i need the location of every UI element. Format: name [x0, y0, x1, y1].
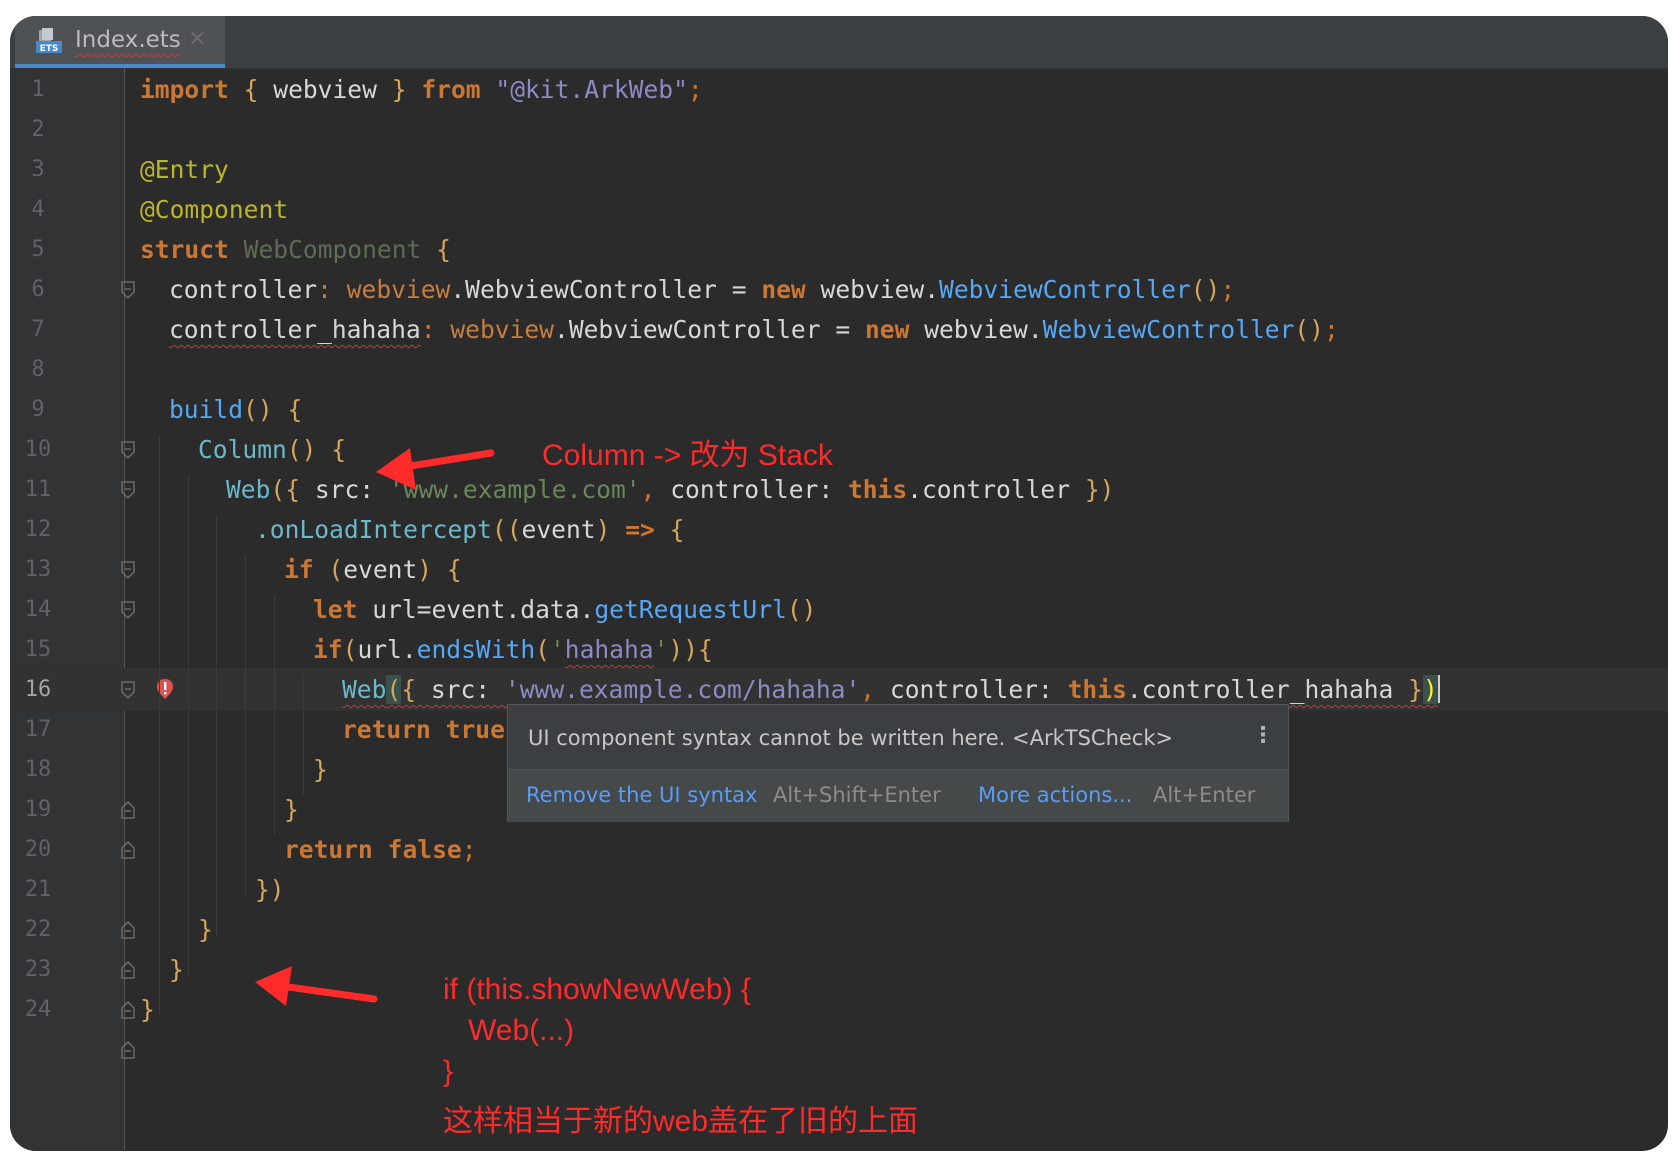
arrow-icon: [376, 448, 495, 490]
arrow-icon: [255, 966, 378, 1006]
annotation-note-line3: }: [443, 1055, 454, 1088]
annotation-note-stack: Column -> 改为 Stack: [542, 439, 833, 472]
annotation-note-line1: if (this.showNewWeb) {: [443, 973, 751, 1006]
annotation-note-line4: 这样相当于新的web盖在了旧的上面: [443, 1105, 919, 1138]
annotation-arrows: [255, 448, 495, 1006]
annotation-note-line2: Web(...): [443, 1014, 575, 1047]
